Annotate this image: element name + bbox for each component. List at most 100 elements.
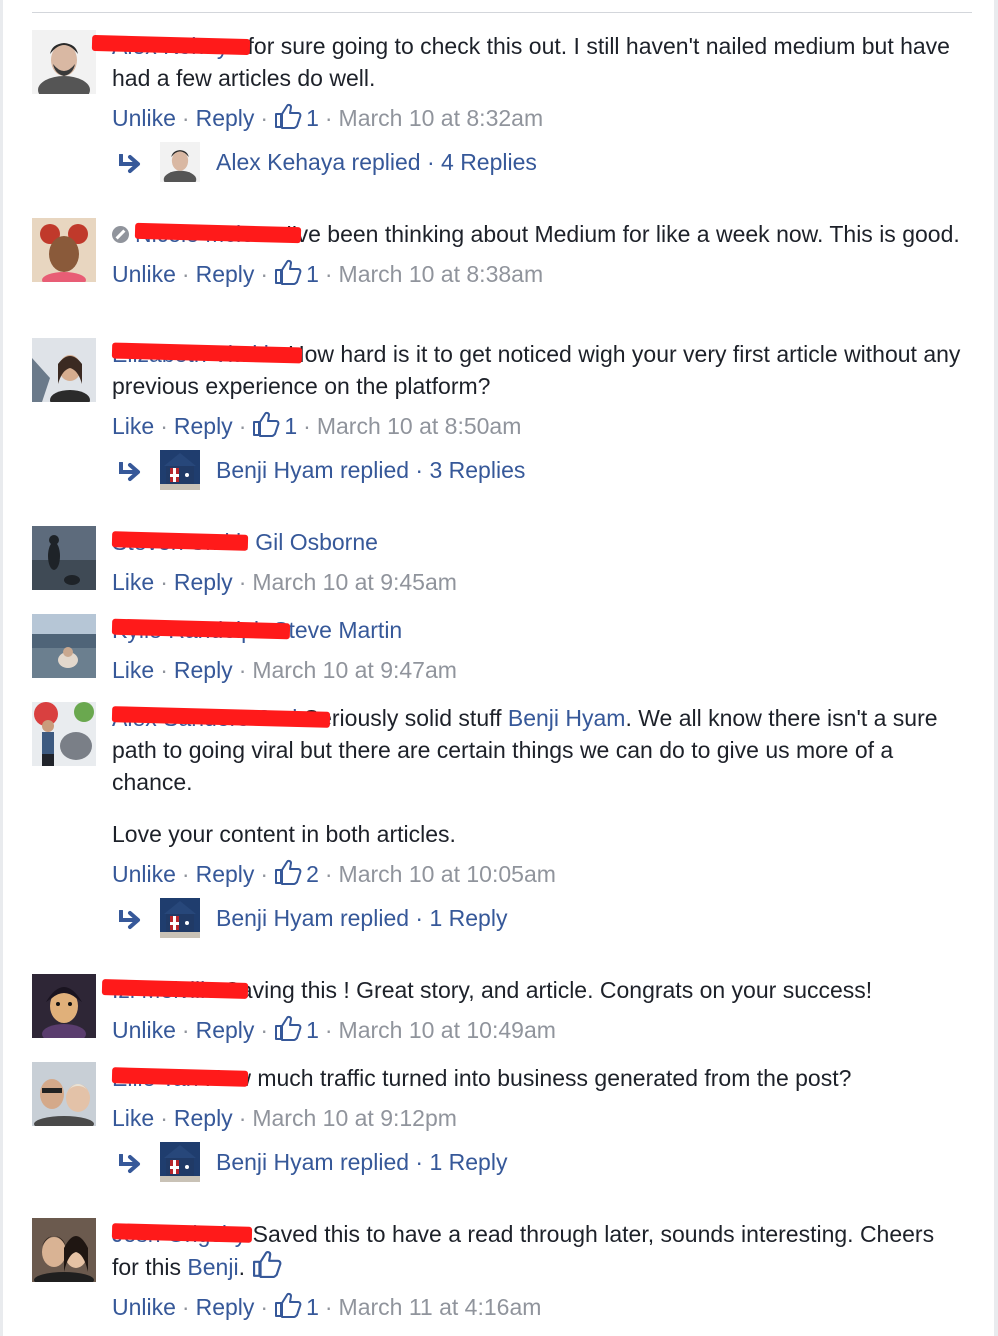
comment-text: Steven Smith Gil Osborne (111, 526, 962, 558)
like-link[interactable]: Like (112, 569, 154, 595)
unlike-link[interactable]: Unlike (112, 261, 176, 287)
panel-right-border (994, 0, 998, 1336)
author-name[interactable]: Alex Kehaya (91, 30, 251, 62)
like-link[interactable]: Like (112, 657, 154, 683)
replies-link[interactable]: Benji Hyam replied · 1 Reply (216, 902, 507, 934)
thumbs-up-icon[interactable] (274, 1015, 302, 1041)
replies-link[interactable]: Benji Hyam replied · 1 Reply (216, 1146, 507, 1178)
unlike-link[interactable]: Unlike (112, 861, 176, 887)
author-name[interactable]: Josh Grigsby (111, 1218, 253, 1250)
comment-actions: Unlike · Reply · 1 · March 10 at 8:38am (112, 259, 544, 287)
comment-actions: Like · Reply · March 10 at 9:45am (112, 569, 457, 595)
divider (32, 12, 972, 13)
reply-avatar (160, 142, 200, 182)
avatar[interactable] (32, 526, 96, 590)
blocked-user-icon (112, 226, 129, 243)
like-link[interactable]: Like (112, 1105, 154, 1131)
avatar[interactable] (32, 1218, 96, 1282)
reply-link[interactable]: Reply (196, 861, 255, 887)
comment-text-second: Love your content in both articles. (112, 821, 456, 847)
thumbs-up-icon (251, 1250, 283, 1278)
reply-arrow-icon (118, 1154, 142, 1174)
author-name[interactable]: Steven Smith (111, 526, 249, 558)
like-link[interactable]: Like (112, 413, 154, 439)
timestamp[interactable]: March 10 at 8:32am (339, 105, 544, 131)
unlike-link[interactable]: Unlike (112, 105, 176, 131)
replies-summary[interactable]: Benji Hyam replied · 1 Reply (112, 1142, 962, 1186)
timestamp[interactable]: March 10 at 8:50am (317, 413, 522, 439)
reply-avatar (160, 898, 200, 938)
like-count[interactable]: 1 (306, 1294, 319, 1320)
avatar[interactable] (32, 338, 96, 402)
thumbs-up-icon[interactable] (274, 259, 302, 285)
avatar[interactable] (32, 702, 96, 766)
panel-left-border (0, 0, 3, 1336)
like-count[interactable]: 1 (306, 1017, 319, 1043)
reply-link[interactable]: Reply (174, 569, 233, 595)
comment-text: Alex Sanders Carl Seriously solid stuff … (111, 702, 962, 798)
reply-link[interactable]: Reply (196, 1294, 255, 1320)
comment-text: Ellie Tan How much traffic turned into b… (111, 1062, 962, 1094)
author-name[interactable]: Ellie Tan (111, 1062, 249, 1094)
author-name[interactable]: Nicole Mclean (134, 218, 302, 250)
comment-actions: Like · Reply · March 10 at 9:47am (112, 657, 457, 683)
mention-link[interactable]: Benji Hyam (508, 705, 626, 731)
like-count[interactable]: 1 (306, 261, 319, 287)
unlike-link[interactable]: Unlike (112, 1017, 176, 1043)
timestamp[interactable]: March 11 at 4:16am (339, 1294, 542, 1320)
thumbs-up-icon[interactable] (274, 103, 302, 129)
reply-arrow-icon (118, 154, 142, 174)
timestamp[interactable]: March 10 at 9:12pm (252, 1105, 457, 1131)
timestamp[interactable]: March 10 at 10:49am (339, 1017, 556, 1043)
comment-text: Josh Grigsby Saved this to have a read t… (111, 1218, 962, 1283)
reply-link[interactable]: Reply (174, 657, 233, 683)
avatar[interactable] (32, 974, 96, 1038)
like-count[interactable]: 1 (284, 413, 297, 439)
replies-summary[interactable]: Benji Hyam replied · 3 Replies (112, 450, 962, 494)
comment-actions: Like · Reply · 1 · March 10 at 8:50am (112, 411, 522, 439)
mention-link[interactable]: Steve Martin (273, 617, 402, 643)
comment-text: Kylie Randolph Steve Martin (111, 614, 962, 646)
timestamp[interactable]: March 10 at 10:05am (339, 861, 556, 887)
mention-link[interactable]: Benji (187, 1254, 238, 1280)
replies-link[interactable]: Benji Hyam replied · 3 Replies (216, 454, 525, 486)
reply-arrow-icon (118, 910, 142, 930)
reply-link[interactable]: Reply (196, 261, 255, 287)
thumbs-up-icon[interactable] (274, 1292, 302, 1318)
avatar[interactable] (32, 1062, 96, 1126)
thumbs-up-icon[interactable] (252, 411, 280, 437)
author-name[interactable]: Elizabeth Viatkin (111, 338, 303, 370)
reply-link[interactable]: Reply (174, 413, 233, 439)
comments-panel: Alex Kehaya for sure going to check this… (0, 0, 998, 1336)
avatar[interactable] (32, 30, 96, 94)
replies-link[interactable]: Alex Kehaya replied · 4 Replies (216, 146, 537, 178)
timestamp[interactable]: March 10 at 9:47am (252, 657, 457, 683)
author-name[interactable]: Izi Melville (101, 974, 249, 1006)
replies-summary[interactable]: Benji Hyam replied · 1 Reply (112, 898, 962, 942)
comment-actions: Unlike · Reply · 2 · March 10 at 10:05am (112, 859, 556, 887)
comment-text: Elizabeth Viatkin How hard is it to get … (111, 338, 962, 402)
reply-avatar (160, 1142, 200, 1182)
like-count[interactable]: 2 (306, 861, 319, 887)
timestamp[interactable]: March 10 at 9:45am (252, 569, 457, 595)
avatar[interactable] (32, 218, 96, 282)
reply-arrow-icon (118, 462, 142, 482)
comment-actions: Unlike · Reply · 1 · March 11 at 4:16am (112, 1292, 542, 1320)
reply-link[interactable]: Reply (174, 1105, 233, 1131)
unlike-link[interactable]: Unlike (112, 1294, 176, 1320)
reply-link[interactable]: Reply (196, 105, 255, 131)
like-count[interactable]: 1 (306, 105, 319, 131)
reply-avatar (160, 450, 200, 490)
thumbs-up-icon[interactable] (274, 859, 302, 885)
comment-actions: Like · Reply · March 10 at 9:12pm (112, 1105, 457, 1131)
comment-text: Izi Melville Saving this ! Great story, … (101, 974, 962, 1006)
comment-actions: Unlike · Reply · 1 · March 10 at 8:32am (112, 103, 544, 131)
timestamp[interactable]: March 10 at 8:38am (339, 261, 544, 287)
reply-link[interactable]: Reply (196, 1017, 255, 1043)
comment-text: Nicole Mclean I've been thinking about M… (112, 218, 962, 250)
replies-summary[interactable]: Alex Kehaya replied · 4 Replies (112, 142, 962, 186)
avatar[interactable] (32, 614, 96, 678)
mention-link[interactable]: Gil Osborne (255, 529, 378, 555)
author-name[interactable]: Alex Sanders Carl (111, 702, 331, 734)
author-name[interactable]: Kylie Randolph (111, 614, 291, 646)
